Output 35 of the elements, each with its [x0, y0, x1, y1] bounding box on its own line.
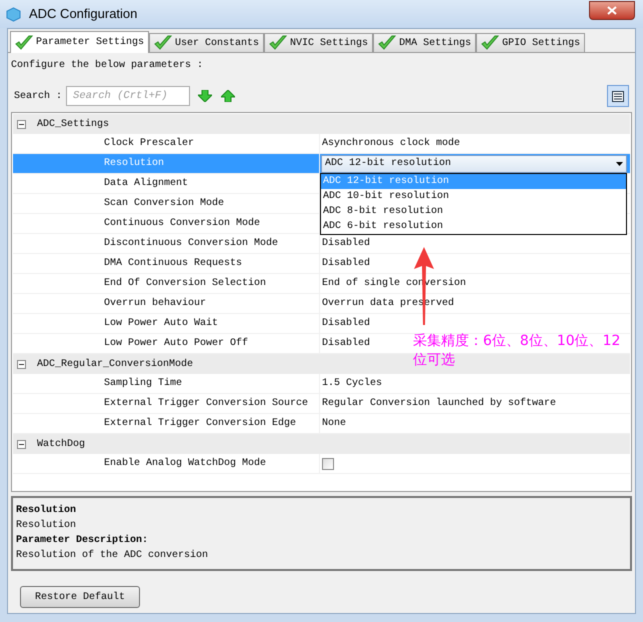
group-title: WatchDog [37, 438, 86, 452]
property-name: Enable Analog WatchDog Mode [103, 456, 268, 471]
property-name: End Of Conversion Selection [103, 276, 268, 291]
search-label: Search : [14, 90, 62, 104]
group-title: ADC_Settings [37, 118, 110, 132]
property-name: Resolution [103, 156, 166, 171]
annotation-text: 采集精度：6位、8位、10位、12 [413, 332, 620, 351]
property-name: Sampling Time [103, 376, 184, 391]
value-cell-text: Regular Conversion launched by software [321, 396, 556, 411]
parameter-name: Resolution [16, 518, 78, 533]
property-name: Scan Conversion Mode [103, 196, 226, 211]
property-name: Low Power Auto Wait [103, 316, 220, 331]
description-heading: Parameter Description: [16, 534, 150, 548]
property-name: Clock Prescaler [103, 136, 196, 151]
property-name: External Trigger Conversion Edge [103, 416, 298, 431]
description-title: Resolution [16, 504, 78, 518]
window-title: ADC Configuration [29, 5, 138, 24]
value-cell-text: Disabled [321, 256, 370, 271]
value-cell-text: Disabled [321, 336, 370, 351]
property-name: Data Alignment [103, 176, 190, 191]
group-title: ADC_Regular_ConversionMode [37, 358, 194, 372]
value-cell-text: None [321, 417, 346, 431]
annotation-text: 位可选 [413, 351, 456, 370]
property-name: Overrun behaviour [103, 296, 208, 311]
value-cell-text: Disabled [321, 316, 370, 331]
property-name: Discontinuous Conversion Mode [103, 236, 280, 251]
instruction-text: Configure the below parameters : [11, 58, 204, 73]
property-name: External Trigger Conversion Source [103, 396, 310, 411]
property-name: Low Power Auto Power Off [103, 336, 250, 351]
description-text: Resolution of the ADC conversion [16, 548, 210, 563]
value-cell-text: Disabled [321, 236, 370, 251]
property-name: DMA Continuous Requests [103, 256, 244, 271]
property-name: Continuous Conversion Mode [103, 216, 262, 231]
value-cell-text: Asynchronous clock mode [321, 136, 460, 151]
value-cell-text: 1.5 Cycles [321, 376, 382, 391]
